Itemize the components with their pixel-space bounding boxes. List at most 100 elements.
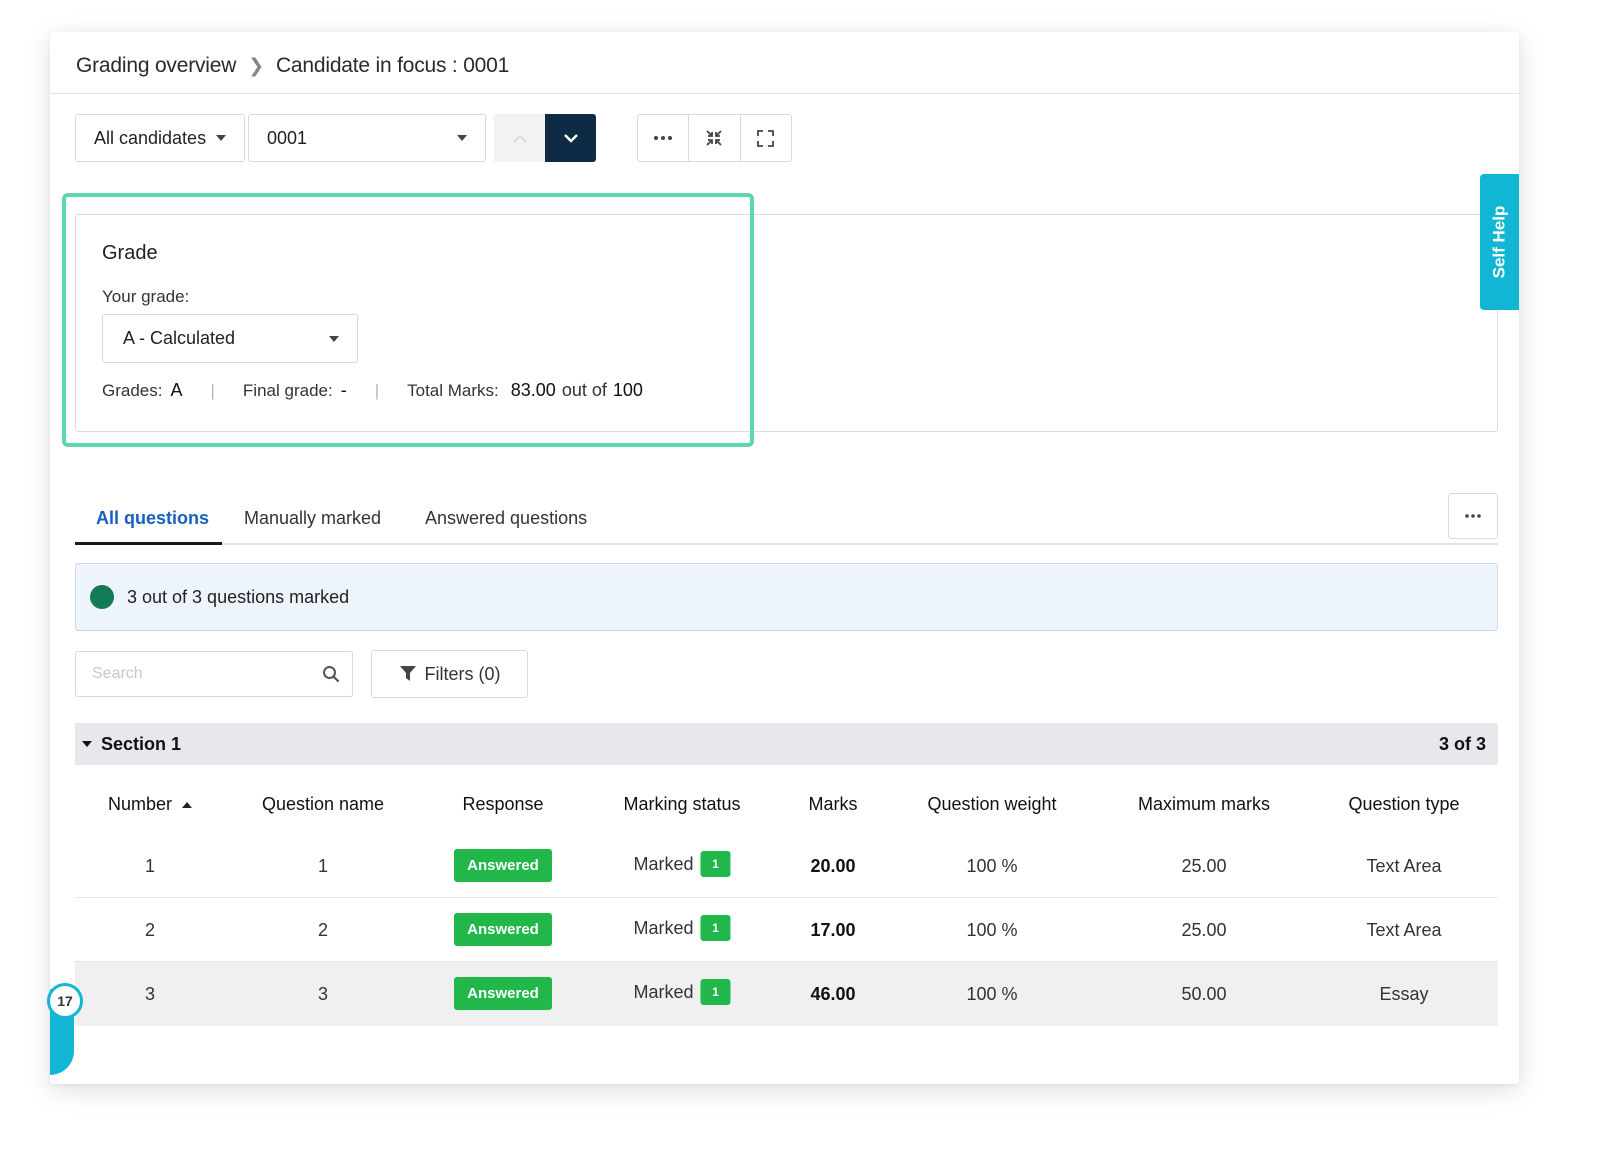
breadcrumb: Grading overview ❯ Candidate in focus : …: [76, 54, 509, 78]
status-dot-icon: [90, 585, 114, 609]
total-marks-of: out of: [561, 380, 607, 400]
marking-status-bar: 3 out of 3 questions marked: [75, 563, 1498, 631]
column-number[interactable]: Number: [107, 794, 193, 815]
cell-marking-status: Marked 1: [633, 979, 731, 1005]
collapse-icon: [706, 130, 723, 146]
cell-maximum-marks: 25.00: [1181, 920, 1227, 940]
cell-number: 2: [144, 920, 156, 940]
column-question-type[interactable]: Question type: [1348, 794, 1459, 815]
search-icon: [323, 666, 340, 683]
cell-question-weight: 100 %: [966, 984, 1018, 1004]
candidates-filter-value: All candidates: [94, 127, 207, 148]
divider: |: [374, 380, 380, 400]
chevron-up-icon: [512, 133, 527, 143]
total-marks-value: 83.00: [510, 380, 556, 400]
search-box: [75, 651, 353, 697]
grade-summary: Grades: A | Final grade: - | Total Marks…: [102, 380, 643, 401]
candidates-filter-dropdown[interactable]: All candidates: [75, 114, 245, 162]
expand-icon: [757, 129, 775, 147]
grades-label: Grades:: [102, 380, 163, 400]
column-maximum-marks[interactable]: Maximum marks: [1138, 794, 1270, 815]
grade-select-dropdown[interactable]: A - Calculated: [102, 314, 358, 363]
final-grade-value: -: [340, 380, 347, 400]
cell-response: Answered: [454, 913, 552, 946]
question-tabs: All questions Manually marked Answered q…: [75, 490, 1498, 545]
breadcrumb-current: Candidate in focus : 0001: [275, 54, 510, 77]
tab-answered-questions[interactable]: Answered questions: [425, 508, 587, 529]
filters-button[interactable]: Filters (0): [371, 650, 528, 698]
table-row[interactable]: [75, 962, 1498, 1026]
sort-asc-icon: [182, 801, 193, 808]
cell-marking-status: Marked 1: [633, 851, 731, 877]
cell-question-weight: 100 %: [966, 856, 1018, 876]
grading-card: Grading overview ❯ Candidate in focus : …: [50, 32, 1519, 1084]
cell-marks: 20.00: [810, 856, 856, 876]
cell-marks: 46.00: [810, 984, 856, 1004]
previous-candidate-button[interactable]: [494, 114, 545, 162]
answered-badge: Answered: [454, 849, 552, 882]
column-question-name[interactable]: Question name: [262, 794, 384, 815]
marking-status-text: 3 out of 3 questions marked: [127, 586, 350, 607]
filter-icon: [399, 666, 416, 681]
section-name: Section 1: [101, 733, 182, 754]
cell-question-name[interactable]: 2: [318, 920, 328, 941]
marking-status-text: Marked: [633, 981, 694, 1002]
breadcrumb-grading-overview[interactable]: Grading overview: [76, 54, 236, 78]
active-tab-indicator: [75, 542, 222, 545]
tabs-more-button[interactable]: [1448, 493, 1498, 539]
final-grade-label: Final grade:: [242, 380, 333, 400]
cell-question-name[interactable]: 3: [318, 984, 328, 1005]
column-number-label: Number: [107, 794, 173, 814]
marker-count-badge: 1: [700, 851, 731, 877]
table-row[interactable]: [75, 898, 1498, 962]
header-divider: [50, 93, 1519, 94]
fullscreen-button[interactable]: [741, 115, 791, 161]
marker-count-badge: 1: [700, 979, 731, 1005]
grade-select-value: A - Calculated: [123, 328, 236, 348]
tab-all-questions[interactable]: All questions: [96, 508, 209, 529]
section-count: 3 of 3: [1438, 733, 1486, 754]
table-row[interactable]: [75, 834, 1498, 898]
answered-badge: Answered: [454, 977, 552, 1010]
candidate-select-dropdown[interactable]: 0001: [248, 114, 486, 162]
answered-badge: Answered: [454, 913, 552, 946]
marking-status-text: Marked: [633, 853, 694, 874]
collapse-view-button[interactable]: [689, 115, 741, 161]
marker-count-badge: 1: [700, 915, 731, 941]
chevron-right-icon: ❯: [248, 55, 264, 77]
section-header[interactable]: Section 1 3 of 3: [75, 723, 1498, 765]
more-options-button[interactable]: [638, 115, 690, 161]
cell-question-type: Text Area: [1366, 856, 1442, 876]
marking-status-text: Marked: [633, 917, 694, 938]
candidate-select-value: 0001: [267, 127, 308, 148]
divider: |: [210, 380, 215, 400]
cell-marks: 17.00: [810, 920, 856, 940]
column-question-weight[interactable]: Question weight: [927, 794, 1056, 815]
column-response[interactable]: Response: [462, 794, 543, 815]
cell-response: Answered: [454, 977, 552, 1010]
your-grade-label: Your grade:: [102, 287, 190, 306]
total-marks-label: Total Marks:: [407, 380, 499, 400]
tab-manually-marked[interactable]: Manually marked: [244, 508, 381, 529]
cell-number: 1: [144, 856, 156, 876]
cell-question-weight: 100 %: [966, 920, 1018, 940]
more-icon: [654, 136, 673, 140]
cell-maximum-marks: 25.00: [1181, 856, 1227, 876]
caret-down-icon: [457, 135, 467, 141]
notification-badge[interactable]: 17: [47, 983, 83, 1019]
column-marks[interactable]: Marks: [809, 794, 858, 815]
column-marking-status[interactable]: Marking status: [623, 794, 740, 815]
grade-title: Grade: [102, 242, 158, 264]
cell-marking-status: Marked 1: [633, 915, 731, 941]
cell-response: Answered: [454, 849, 552, 882]
cell-question-type: Essay: [1379, 984, 1429, 1004]
more-icon: [1465, 514, 1481, 518]
cell-number: 3: [144, 984, 156, 1004]
self-help-tab[interactable]: Self Help: [1480, 174, 1519, 310]
cell-question-name[interactable]: 1: [318, 856, 328, 877]
view-controls: [637, 114, 792, 162]
next-candidate-button[interactable]: [545, 114, 596, 162]
search-input[interactable]: [92, 665, 302, 683]
grades-value: A: [170, 380, 183, 400]
self-help-label: Self Help: [1489, 205, 1509, 279]
